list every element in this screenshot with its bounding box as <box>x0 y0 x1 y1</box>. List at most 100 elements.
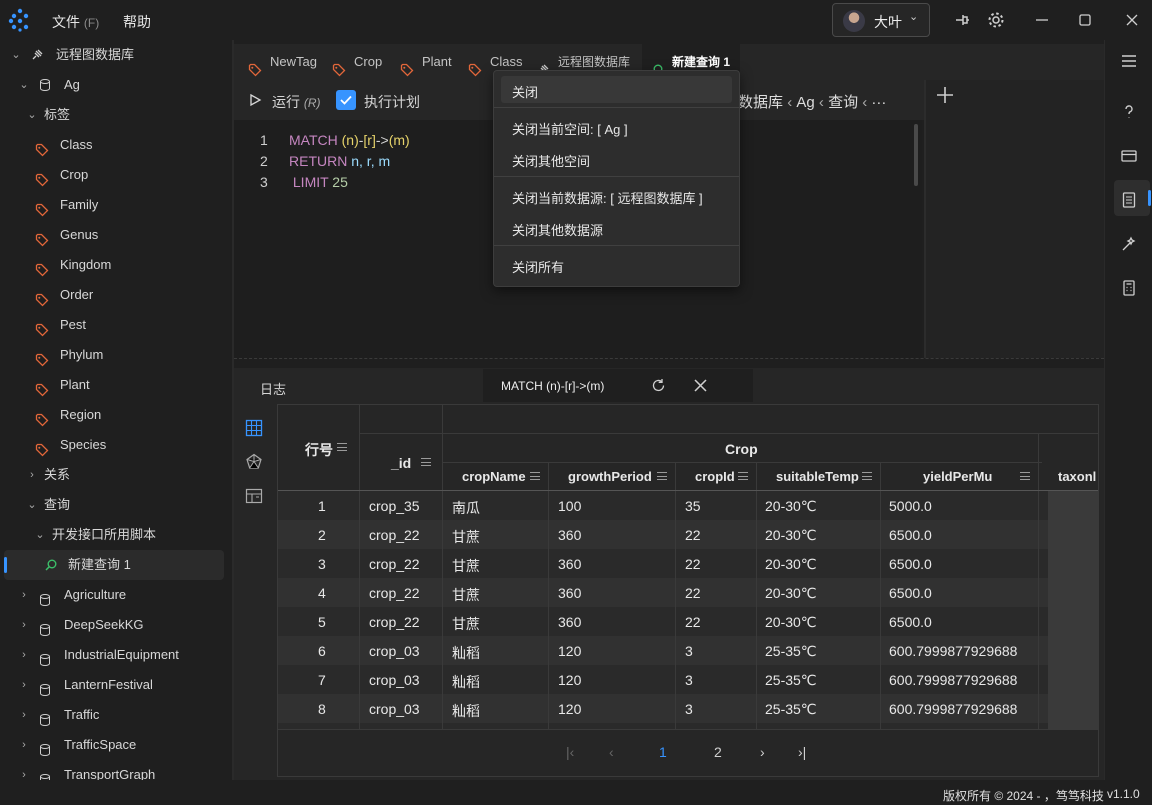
menu-close-other-datasources[interactable]: 关闭其他数据源 <box>512 220 603 239</box>
tree-tag-item[interactable]: Kingdom <box>0 250 232 280</box>
menu-close-all[interactable]: 关闭所有 <box>512 257 564 276</box>
menu-close-current-space[interactable]: 关闭当前空间: [ Ag ] <box>512 119 628 138</box>
page-2[interactable]: 2 <box>714 744 722 760</box>
column-header[interactable]: cropName <box>462 469 526 484</box>
next-page-icon[interactable]: › <box>760 744 765 760</box>
tree-active-query[interactable]: 新建查询 1 <box>4 550 224 580</box>
first-page-icon[interactable]: |‹ <box>566 744 574 760</box>
minimize-icon[interactable] <box>1032 10 1052 30</box>
tab-item[interactable]: Crop <box>332 44 394 80</box>
sort-icon[interactable] <box>421 458 431 466</box>
tree-tag-item[interactable]: Species <box>0 430 232 460</box>
table-cell: 120 <box>558 672 582 688</box>
menu-icon[interactable] <box>1119 51 1139 71</box>
menu-file[interactable]: 文件 (F) <box>52 12 99 32</box>
tab-item[interactable]: Plant <box>400 44 462 80</box>
breadcrumb-space[interactable]: Ag <box>796 94 814 111</box>
sort-icon[interactable] <box>657 472 667 480</box>
calculator-icon[interactable] <box>1119 278 1139 298</box>
tree-tag-item[interactable]: Genus <box>0 220 232 250</box>
table-cell: 25-35℃ <box>765 701 817 717</box>
prev-page-icon[interactable]: ‹ <box>609 744 614 760</box>
tree-space-item[interactable]: › DeepSeekKG <box>0 610 232 640</box>
plan-checkbox[interactable] <box>336 90 356 110</box>
tree-query-folder[interactable]: ⌄ 开发接口所用脚本 <box>0 520 232 550</box>
tree-relations-group[interactable]: › 关系 <box>0 460 232 490</box>
sort-icon[interactable] <box>530 472 540 480</box>
column-header[interactable]: growthPeriod <box>568 469 652 484</box>
column-header[interactable]: yieldPerMu <box>923 469 992 484</box>
sort-icon[interactable] <box>862 472 872 480</box>
sort-icon[interactable] <box>1020 472 1030 480</box>
col-divider <box>1038 433 1039 729</box>
maximize-icon[interactable] <box>1075 10 1095 30</box>
table-view-icon[interactable] <box>245 419 263 437</box>
schema-view-icon[interactable] <box>245 487 263 505</box>
column-header[interactable]: taxonl <box>1058 469 1096 484</box>
editor-results-splitter[interactable] <box>234 358 1104 368</box>
tree-space-item[interactable]: › IndustrialEquipment <box>0 640 232 670</box>
help-icon[interactable] <box>1119 102 1139 122</box>
run-button[interactable]: 运行 (R) <box>272 92 321 112</box>
user-menu[interactable]: 大叶 ⌄ <box>832 3 930 37</box>
active-indicator <box>1148 190 1151 206</box>
last-page-icon[interactable]: ›| <box>798 744 806 760</box>
chevron-down-icon: ⌄ <box>11 49 21 61</box>
breadcrumb-query[interactable]: 查询 <box>828 94 858 111</box>
document-icon[interactable] <box>1119 190 1139 210</box>
graph-view-icon[interactable] <box>245 453 263 471</box>
close-icon[interactable] <box>1122 10 1142 30</box>
result-tab[interactable]: MATCH (n)-[r]->(m) <box>483 369 753 402</box>
tree-tag-item[interactable]: Plant <box>0 370 232 400</box>
gear-icon[interactable] <box>986 10 1006 30</box>
tag-icon <box>35 168 49 187</box>
sort-icon[interactable] <box>337 443 347 451</box>
tree-tags-group[interactable]: ⌄ 标签 <box>0 100 232 130</box>
refresh-icon[interactable] <box>651 378 666 393</box>
table-cell: 100 <box>558 498 582 514</box>
col-divider <box>756 462 757 729</box>
pin-icon[interactable] <box>952 10 972 30</box>
menu-help[interactable]: 帮助 <box>123 12 151 32</box>
tab-item[interactable]: NewTag <box>248 44 328 80</box>
close-icon[interactable] <box>693 378 708 393</box>
tree-space-item[interactable]: › TransportGraph <box>0 760 232 780</box>
tree-space-ag[interactable]: ⌄ Ag <box>0 70 232 100</box>
tree-tag-item[interactable]: Region <box>0 400 232 430</box>
log-tab[interactable]: 日志 <box>260 379 286 398</box>
breadcrumb-database[interactable]: 数据库 <box>738 94 783 111</box>
column-header[interactable]: cropId <box>695 469 735 484</box>
column-header[interactable]: suitableTemp <box>776 469 859 484</box>
page-1[interactable]: 1 <box>659 744 667 760</box>
tree-datasource[interactable]: ⌄ 远程图数据库 <box>0 40 232 70</box>
table-cell: 22 <box>685 614 701 630</box>
tree-space-item[interactable]: › Traffic <box>0 700 232 730</box>
tree-tag-item[interactable]: Pest <box>0 310 232 340</box>
menu-close[interactable]: 关闭 <box>512 82 538 101</box>
menu-close-current-datasource[interactable]: 关闭当前数据源: [ 远程图数据库 ] <box>512 188 703 207</box>
tree-tag-item[interactable]: Order <box>0 280 232 310</box>
tree-space-item[interactable]: › Agriculture <box>0 580 232 610</box>
table-cell: 600.7999877929688 <box>889 672 1018 688</box>
result-tab-label: MATCH (n)-[r]->(m) <box>501 379 605 393</box>
card-icon[interactable] <box>1119 146 1139 166</box>
tree-space-item[interactable]: › TrafficSpace <box>0 730 232 760</box>
plug-icon <box>32 49 43 60</box>
tree-tag-item[interactable]: Crop <box>0 160 232 190</box>
chevron-down-icon: ⌄ <box>27 109 37 121</box>
magic-wand-icon[interactable] <box>1119 234 1139 254</box>
tree-space-item[interactable]: › LanternFestival <box>0 670 232 700</box>
plus-icon[interactable] <box>936 86 954 104</box>
tree-queries-group[interactable]: ⌄ 查询 <box>0 490 232 520</box>
tree-tag-label: Pest <box>60 317 87 332</box>
status-bar: 版权所有 © 2024 - ，笃笃科技 v1.1.0 <box>0 780 1152 805</box>
tree-tag-item[interactable]: Phylum <box>0 340 232 370</box>
tree-tag-item[interactable]: Class <box>0 130 232 160</box>
sort-icon[interactable] <box>738 472 748 480</box>
menu-close-other-spaces[interactable]: 关闭其他空间 <box>512 151 590 170</box>
line-number: 2 <box>260 153 268 169</box>
database-icon <box>38 648 52 667</box>
tree-tag-item[interactable]: Family <box>0 190 232 220</box>
editor-scrollbar[interactable] <box>914 124 918 186</box>
more-button[interactable]: ··· <box>871 94 886 111</box>
